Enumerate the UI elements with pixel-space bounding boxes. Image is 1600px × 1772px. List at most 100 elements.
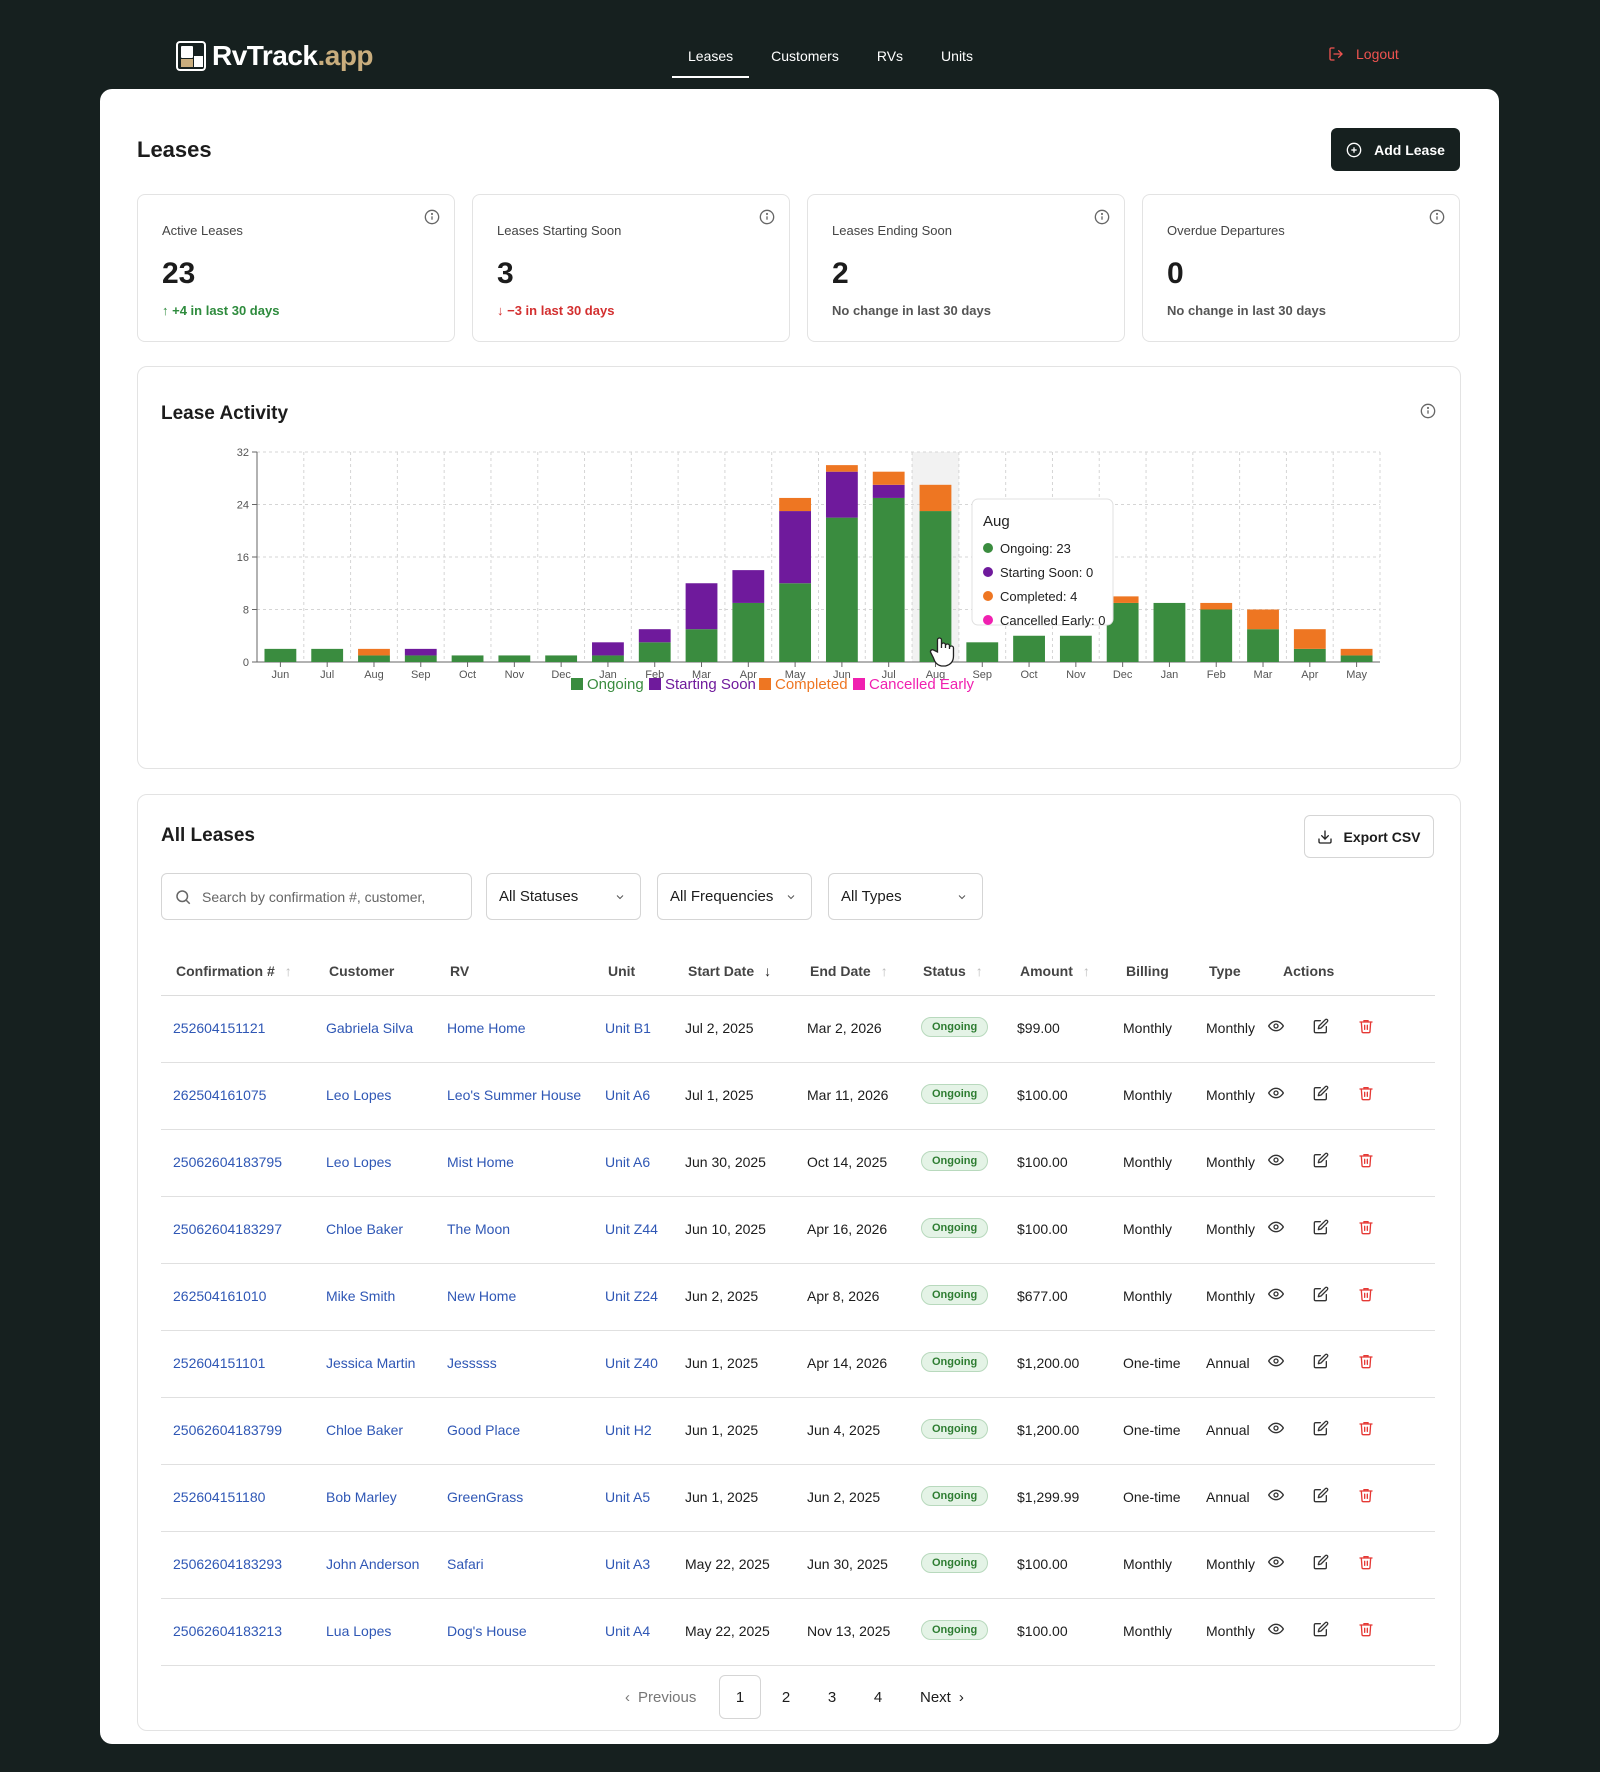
edit-button[interactable] [1313, 1554, 1329, 1573]
confirmation-link[interactable]: 25062604183297 [173, 1221, 282, 1237]
bar-ongoing[interactable] [498, 655, 531, 662]
bar-completed[interactable] [872, 471, 905, 485]
edit-button[interactable] [1313, 1219, 1329, 1238]
nav-units[interactable]: Units [925, 44, 989, 78]
view-button[interactable] [1267, 1018, 1285, 1037]
bar-starting-soon[interactable] [592, 642, 624, 656]
logout-button[interactable]: Logout [1328, 46, 1399, 62]
confirmation-link[interactable]: 25062604183799 [173, 1422, 282, 1438]
customer-link[interactable]: Chloe Baker [326, 1221, 403, 1237]
bar-ongoing[interactable] [545, 655, 578, 662]
rv-link[interactable]: GreenGrass [447, 1489, 523, 1505]
rv-link[interactable]: Leo's Summer House [447, 1087, 581, 1103]
legend-item[interactable]: Starting Soon [665, 676, 756, 693]
col-start-date[interactable]: Start Date ↓ [688, 963, 771, 979]
edit-button[interactable] [1313, 1487, 1329, 1506]
bar-ongoing[interactable] [919, 511, 952, 662]
bar-ongoing[interactable] [1153, 602, 1186, 662]
confirmation-link[interactable]: 262504161075 [173, 1087, 266, 1103]
bar-ongoing[interactable] [638, 642, 671, 662]
customer-link[interactable]: Leo Lopes [326, 1154, 391, 1170]
delete-button[interactable] [1358, 1152, 1374, 1171]
page-4-button[interactable]: 4 [857, 1675, 899, 1719]
nav-leases[interactable]: Leases [672, 44, 750, 78]
bar-ongoing[interactable] [779, 583, 812, 662]
brand-logo[interactable]: RvTrack.app [176, 40, 374, 72]
bar-ongoing[interactable] [1247, 629, 1279, 662]
bar-ongoing[interactable] [311, 648, 344, 662]
page-3-button[interactable]: 3 [811, 1675, 853, 1719]
rv-link[interactable]: Dog's House [447, 1623, 527, 1639]
bar-completed[interactable] [1293, 629, 1326, 649]
col-status[interactable]: Status ↑ [923, 963, 983, 979]
legend-item[interactable]: Completed [775, 676, 848, 693]
search-input[interactable] [202, 888, 462, 905]
delete-button[interactable] [1358, 1621, 1374, 1640]
bar-starting-soon[interactable] [732, 570, 765, 603]
bar-ongoing[interactable] [732, 602, 765, 662]
view-button[interactable] [1267, 1420, 1285, 1439]
legend-item[interactable]: Ongoing [587, 676, 644, 693]
bar-starting-soon[interactable] [404, 648, 437, 656]
page-2-button[interactable]: 2 [765, 1675, 807, 1719]
bar-completed[interactable] [1200, 602, 1233, 610]
type-filter[interactable]: All Types [828, 873, 983, 920]
previous-page-button[interactable]: ‹ Previous [625, 1675, 696, 1719]
unit-link[interactable]: Unit Z40 [605, 1355, 658, 1371]
confirmation-link[interactable]: 252604151121 [173, 1020, 265, 1036]
bar-starting-soon[interactable] [872, 484, 905, 498]
bar-ongoing[interactable] [451, 655, 484, 662]
rv-link[interactable]: New Home [447, 1288, 516, 1304]
customer-link[interactable]: John Anderson [326, 1556, 419, 1572]
view-button[interactable] [1267, 1487, 1285, 1506]
col-end-date[interactable]: End Date ↑ [810, 963, 888, 979]
bar-ongoing[interactable] [1059, 635, 1092, 662]
unit-link[interactable]: Unit A3 [605, 1556, 650, 1572]
nav-rvs[interactable]: RVs [861, 44, 919, 78]
export-csv-button[interactable]: Export CSV [1304, 815, 1434, 858]
edit-button[interactable] [1313, 1420, 1329, 1439]
unit-link[interactable]: Unit A5 [605, 1489, 650, 1505]
customer-link[interactable]: Bob Marley [326, 1489, 397, 1505]
delete-button[interactable] [1358, 1085, 1374, 1104]
rv-link[interactable]: Good Place [447, 1422, 520, 1438]
edit-button[interactable] [1313, 1621, 1329, 1640]
bar-ongoing[interactable] [1200, 609, 1233, 663]
bar-ongoing[interactable] [1013, 635, 1045, 662]
bar-ongoing[interactable] [1340, 655, 1373, 662]
view-button[interactable] [1267, 1621, 1285, 1640]
bar-completed[interactable] [919, 484, 952, 512]
col-confirmation[interactable]: Confirmation # ↑ [176, 963, 292, 979]
confirmation-link[interactable]: 252604151180 [173, 1489, 265, 1505]
bar-ongoing[interactable] [872, 497, 905, 662]
delete-button[interactable] [1358, 1286, 1374, 1305]
bar-ongoing[interactable] [264, 648, 297, 662]
edit-button[interactable] [1313, 1286, 1329, 1305]
view-button[interactable] [1267, 1085, 1285, 1104]
bar-ongoing[interactable] [825, 517, 858, 662]
unit-link[interactable]: Unit H2 [605, 1422, 652, 1438]
unit-link[interactable]: Unit Z44 [605, 1221, 658, 1237]
bar-completed[interactable] [1247, 609, 1279, 630]
rv-link[interactable]: Jesssss [447, 1355, 497, 1371]
lease-activity-chart[interactable]: 0 8 16 24 32 Jun Jul Aug Sep Oct Nov Dec Jan Feb Mar Ap… [138, 367, 1462, 770]
customer-link[interactable]: Jessica Martin [326, 1355, 415, 1371]
view-button[interactable] [1267, 1152, 1285, 1171]
customer-link[interactable]: Leo Lopes [326, 1087, 391, 1103]
info-icon[interactable] [1429, 209, 1445, 225]
confirmation-link[interactable]: 25062604183213 [173, 1623, 282, 1639]
bar-ongoing[interactable] [1293, 648, 1326, 662]
legend-item[interactable]: Cancelled Early [869, 676, 975, 693]
bar-completed[interactable] [825, 465, 858, 472]
delete-button[interactable] [1358, 1353, 1374, 1372]
bar-ongoing[interactable] [592, 655, 624, 662]
view-button[interactable] [1267, 1219, 1285, 1238]
frequency-filter[interactable]: All Frequencies [657, 873, 812, 920]
bar-ongoing[interactable] [404, 655, 437, 662]
bar-completed[interactable] [779, 497, 812, 512]
customer-link[interactable]: Lua Lopes [326, 1623, 391, 1639]
delete-button[interactable] [1358, 1554, 1374, 1573]
edit-button[interactable] [1313, 1152, 1329, 1171]
view-button[interactable] [1267, 1353, 1285, 1372]
customer-link[interactable]: Gabriela Silva [326, 1020, 413, 1036]
